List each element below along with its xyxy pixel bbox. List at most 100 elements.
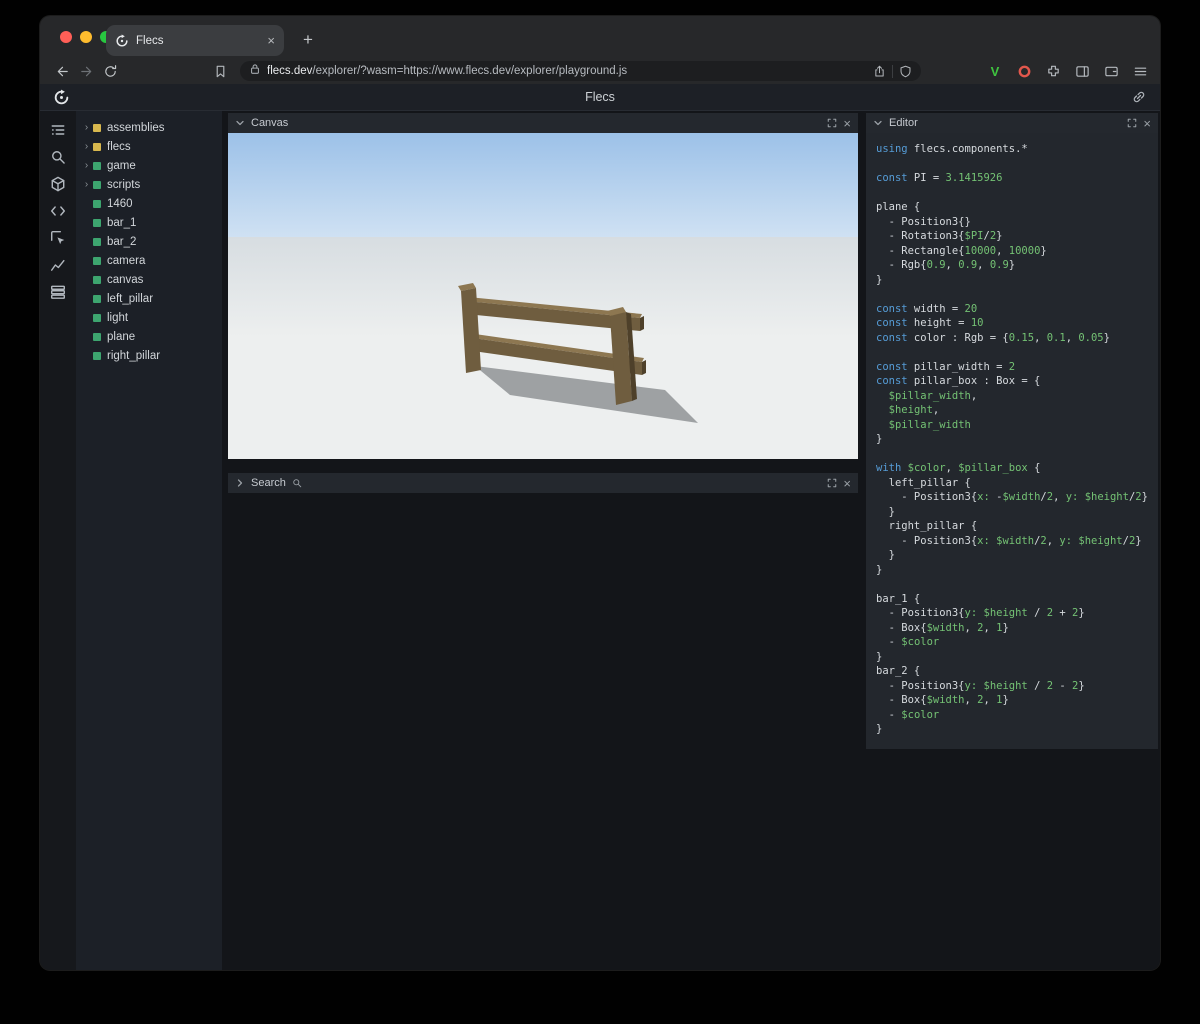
tree-item-light[interactable]: light <box>76 308 222 327</box>
tree-item-label: flecs <box>107 140 131 153</box>
code-line: } <box>876 650 883 663</box>
url-text: flecs.dev/explorer/?wasm=https://www.fle… <box>267 65 867 77</box>
tree-item-label: bar_2 <box>107 235 137 248</box>
desktop: Flecs × + flecs.dev/explorer/?wasm=https… <box>0 0 1200 1024</box>
minimize-window-button[interactable] <box>80 31 92 43</box>
tree-item-left_pillar[interactable]: left_pillar <box>76 289 222 308</box>
tree-item-bar_1[interactable]: bar_1 <box>76 213 222 232</box>
brave-shield-icon[interactable] <box>899 65 912 78</box>
collapse-icon[interactable] <box>235 118 245 128</box>
expand-icon[interactable] <box>1127 118 1137 128</box>
code-line: - Rotation3{$PI/2} <box>876 230 1003 242</box>
url-bar[interactable]: flecs.dev/explorer/?wasm=https://www.fle… <box>240 61 921 81</box>
share-icon[interactable] <box>873 65 886 78</box>
tab-favicon-icon <box>115 34 129 48</box>
tree-item-scripts[interactable]: › scripts <box>76 175 222 194</box>
fence-3d-model <box>458 283 698 423</box>
canvas-viewport[interactable] <box>228 133 858 459</box>
tree-item-label: scripts <box>107 178 141 191</box>
new-tab-button[interactable]: + <box>296 28 320 52</box>
menu-icon[interactable] <box>1130 61 1150 81</box>
expander-icon[interactable]: › <box>82 160 91 171</box>
canvas-panel-header[interactable]: Canvas × <box>228 113 858 133</box>
code-line: - Position3{x: -$width/2, y: $height/2} <box>876 491 1148 503</box>
code-line: bar_1 { <box>876 592 921 605</box>
tree-item-bar_2[interactable]: bar_2 <box>76 232 222 251</box>
expand-collapsed-icon[interactable] <box>235 478 245 488</box>
expander-icon[interactable]: › <box>82 141 91 152</box>
canvas-panel-title: Canvas <box>251 117 289 129</box>
tree-item-label: plane <box>107 330 136 343</box>
outline-icon[interactable] <box>50 122 66 138</box>
expander-icon[interactable]: › <box>82 179 91 190</box>
tree-item-label: assemblies <box>107 121 165 134</box>
close-icon[interactable]: × <box>843 477 851 490</box>
code-line: const pillar_width = 2 <box>876 360 1016 373</box>
close-window-button[interactable] <box>60 31 72 43</box>
entity-color-square <box>93 180 101 189</box>
wallet-icon[interactable] <box>1101 61 1121 81</box>
search-panel-title: Search <box>251 477 286 489</box>
forward-button[interactable] <box>74 60 98 82</box>
page-title: Flecs <box>585 90 615 104</box>
canvas-panel: Canvas × <box>228 113 858 459</box>
entity-tree: › assemblies › flecs › game › scripts 1460 bar_1b… <box>76 111 222 970</box>
v-extension-icon[interactable]: V <box>985 61 1005 81</box>
code-line: right_pillar { <box>876 520 978 532</box>
entity-color-square <box>93 199 101 208</box>
expander-icon[interactable]: › <box>82 122 91 133</box>
editor-panel: Editor × using flecs.components.* const … <box>866 113 1158 749</box>
tree-item-label: canvas <box>107 273 144 286</box>
tree-item-game[interactable]: › game <box>76 156 222 175</box>
tree-item-label: game <box>107 159 136 172</box>
tree-item-1460[interactable]: 1460 <box>76 194 222 213</box>
search-panel-header[interactable]: Search × <box>228 473 858 493</box>
tree-item-plane[interactable]: plane <box>76 327 222 346</box>
browser-tab[interactable]: Flecs × <box>106 25 284 56</box>
chart-icon[interactable] <box>50 257 66 273</box>
tree-item-camera[interactable]: camera <box>76 251 222 270</box>
code-line: - Box{$width, 2, 1} <box>876 621 1009 634</box>
code-editor[interactable]: using flecs.components.* const PI = 3.14… <box>866 133 1158 749</box>
inspect-icon[interactable] <box>50 230 66 246</box>
data-icon[interactable] <box>50 284 66 300</box>
entity-color-square <box>93 275 101 284</box>
browser-toolbar: flecs.dev/explorer/?wasm=https://www.fle… <box>40 58 1160 84</box>
tab-close-button[interactable]: × <box>267 34 275 47</box>
adblock-extension-icon[interactable] <box>1014 61 1034 81</box>
reload-button[interactable] <box>98 60 122 82</box>
collapse-icon[interactable] <box>873 118 883 128</box>
close-icon[interactable]: × <box>843 117 851 130</box>
close-icon[interactable]: × <box>1143 117 1151 130</box>
code-icon[interactable] <box>50 203 66 219</box>
url-path: /explorer/?wasm=https://www.flecs.dev/ex… <box>312 65 628 77</box>
tree-item-label: bar_1 <box>107 216 137 229</box>
entity-color-square <box>93 256 101 265</box>
code-line: using flecs.components.* <box>876 143 1028 155</box>
back-button[interactable] <box>50 60 74 82</box>
editor-panel-title: Editor <box>889 117 918 129</box>
expand-icon[interactable] <box>827 478 837 488</box>
code-line: - Rectangle{10000, 10000} <box>876 244 1047 257</box>
sidebar-toggle-icon[interactable] <box>1072 61 1092 81</box>
code-line: - $color <box>876 636 940 648</box>
bookmark-icon[interactable] <box>208 60 232 82</box>
toolbar-extensions: V <box>985 61 1150 81</box>
extensions-icon[interactable] <box>1043 61 1063 81</box>
tree-item-flecs[interactable]: › flecs <box>76 137 222 156</box>
traffic-lights <box>60 31 112 43</box>
expand-icon[interactable] <box>827 118 837 128</box>
tree-item-label: 1460 <box>107 197 133 210</box>
editor-panel-header[interactable]: Editor × <box>866 113 1158 133</box>
tree-item-assemblies[interactable]: › assemblies <box>76 118 222 137</box>
search-icon[interactable] <box>50 149 66 165</box>
app-main: › assemblies › flecs › game › scripts 1460 bar_1b… <box>40 111 1160 970</box>
tree-item-canvas[interactable]: canvas <box>76 270 222 289</box>
code-line: const width = 20 <box>876 302 978 315</box>
share-link-icon[interactable] <box>1131 89 1147 105</box>
code-line: $pillar_width <box>888 418 971 431</box>
tree-item-right_pillar[interactable]: right_pillar <box>76 346 222 365</box>
entities-icon[interactable] <box>50 176 66 192</box>
entity-color-square <box>93 332 101 341</box>
